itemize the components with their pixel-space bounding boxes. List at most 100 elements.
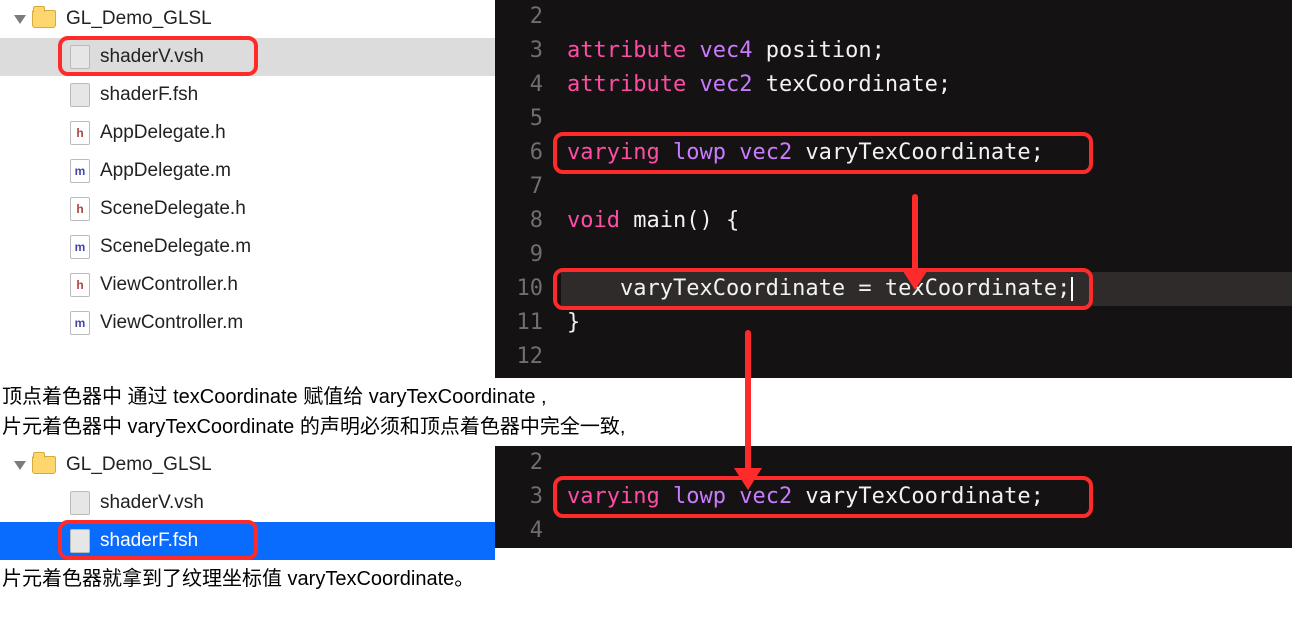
arrow-2-head (734, 468, 762, 490)
line-number: 6 (495, 136, 543, 170)
folder-row[interactable]: GL_Demo_GLSL (0, 0, 495, 38)
line-number: 2 (495, 446, 543, 480)
file-label: ViewController.m (100, 312, 243, 334)
shader-file-icon (70, 45, 90, 69)
shader-file-icon (70, 83, 90, 107)
arrow-2-stem (745, 330, 751, 470)
file-row[interactable]: shaderV.vsh (0, 484, 495, 522)
h-file-icon: h (70, 121, 90, 145)
arrow-1-stem (912, 194, 918, 270)
file-label: shaderF.fsh (100, 530, 198, 552)
code-token (726, 140, 739, 165)
code-token: varyTexCoordinate; (792, 484, 1044, 509)
file-row[interactable]: m AppDelegate.m (0, 152, 495, 190)
file-row[interactable]: m ViewController.m (0, 304, 495, 342)
file-row[interactable]: shaderV.vsh (0, 38, 495, 76)
file-row[interactable]: shaderF.fsh (0, 76, 495, 114)
code-token: varying (567, 484, 660, 509)
line-number: 5 (495, 102, 543, 136)
folder-label: GL_Demo_GLSL (66, 8, 212, 30)
file-label: AppDelegate.m (100, 160, 231, 182)
folder-icon (32, 456, 56, 474)
file-label: shaderV.vsh (100, 46, 204, 68)
code-token: texCoordinate; (752, 72, 951, 97)
line-number: 10 (495, 272, 543, 306)
code-token: varyTexCoordinate; (792, 140, 1044, 165)
file-navigator-top: GL_Demo_GLSL shaderV.vsh shaderF.fsh h AppDe… (0, 0, 495, 378)
code-token: main() { (620, 208, 739, 233)
line-number: 4 (495, 68, 543, 102)
code-line[interactable] (561, 340, 1292, 374)
file-row[interactable]: h AppDelegate.h (0, 114, 495, 152)
code-token: varyTexCoordinate = texCoordinate; (567, 276, 1070, 301)
code-token: vec2 (739, 140, 792, 165)
code-token: lowp (673, 140, 726, 165)
code-token: vec2 (699, 72, 752, 97)
code-editor-top[interactable]: 23456789101112 attribute vec4 position;a… (495, 0, 1292, 378)
line-number: 4 (495, 514, 543, 548)
code-line[interactable] (561, 446, 1292, 480)
code-token: position; (752, 38, 884, 63)
line-number: 8 (495, 204, 543, 238)
code-area[interactable]: varying lowp vec2 varyTexCoordinate; (555, 446, 1292, 548)
file-label: shaderV.vsh (100, 492, 204, 514)
text-cursor (1071, 277, 1073, 301)
shader-file-icon (70, 491, 90, 515)
code-token: vec4 (699, 38, 752, 63)
code-line[interactable] (561, 170, 1292, 204)
code-line[interactable]: attribute vec2 texCoordinate; (561, 68, 1292, 102)
disclosure-triangle-icon[interactable] (14, 461, 26, 470)
file-label: SceneDelegate.m (100, 236, 251, 258)
folder-label: GL_Demo_GLSL (66, 454, 212, 476)
file-navigator-bottom: GL_Demo_GLSL shaderV.vsh shaderF.fsh (0, 446, 495, 560)
m-file-icon: m (70, 159, 90, 183)
line-gutter: 234 (495, 446, 555, 548)
code-line[interactable] (561, 102, 1292, 136)
file-row[interactable]: shaderF.fsh (0, 522, 495, 560)
code-token: } (567, 310, 580, 335)
file-row[interactable]: hSceneDelegate.h (0, 190, 495, 228)
disclosure-triangle-icon[interactable] (14, 15, 26, 24)
line-number: 11 (495, 306, 543, 340)
code-token: varying (567, 140, 660, 165)
code-editor-bottom[interactable]: 234 varying lowp vec2 varyTexCoordinate; (495, 446, 1292, 548)
code-line[interactable]: varying lowp vec2 varyTexCoordinate; (561, 136, 1292, 170)
code-token: attribute (567, 38, 686, 63)
code-line[interactable]: attribute vec4 position; (561, 34, 1292, 68)
annotation-line: 片元着色器中 varyTexCoordinate 的声明必须和顶点着色器中完全一… (2, 412, 1286, 442)
file-label: SceneDelegate.h (100, 198, 246, 220)
file-row[interactable]: m SceneDelegate.m (0, 228, 495, 266)
file-label: AppDelegate.h (100, 122, 226, 144)
line-number: 7 (495, 170, 543, 204)
code-area[interactable]: attribute vec4 position;attribute vec2 t… (555, 0, 1292, 378)
code-token (660, 484, 673, 509)
shader-file-icon (70, 529, 90, 553)
code-line[interactable]: varying lowp vec2 varyTexCoordinate; (561, 480, 1292, 514)
code-token: void (567, 208, 620, 233)
line-gutter: 23456789101112 (495, 0, 555, 378)
m-file-icon: m (70, 311, 90, 335)
code-line[interactable] (561, 238, 1292, 272)
code-token: lowp (673, 484, 726, 509)
code-line[interactable] (561, 514, 1292, 548)
file-row[interactable]: h ViewController.h (0, 266, 495, 304)
code-token (660, 140, 673, 165)
folder-icon (32, 10, 56, 28)
file-label: ViewController.h (100, 274, 238, 296)
line-number: 3 (495, 480, 543, 514)
code-line[interactable]: } (561, 306, 1292, 340)
line-number: 9 (495, 238, 543, 272)
h-file-icon: h (70, 273, 90, 297)
m-file-icon: m (70, 235, 90, 259)
arrow-1-head (901, 268, 929, 290)
line-number: 2 (495, 0, 543, 34)
annotation-line: 顶点着色器中 通过 texCoordinate 赋值给 varyTexCoord… (2, 382, 1286, 412)
code-line[interactable] (561, 0, 1292, 34)
folder-row[interactable]: GL_Demo_GLSL (0, 446, 495, 484)
annotation-text-1: 顶点着色器中 通过 texCoordinate 赋值给 varyTexCoord… (0, 378, 1292, 446)
code-line[interactable]: void main() { (561, 204, 1292, 238)
code-token: attribute (567, 72, 686, 97)
code-token (686, 38, 699, 63)
file-label: shaderF.fsh (100, 84, 198, 106)
line-number: 3 (495, 34, 543, 68)
